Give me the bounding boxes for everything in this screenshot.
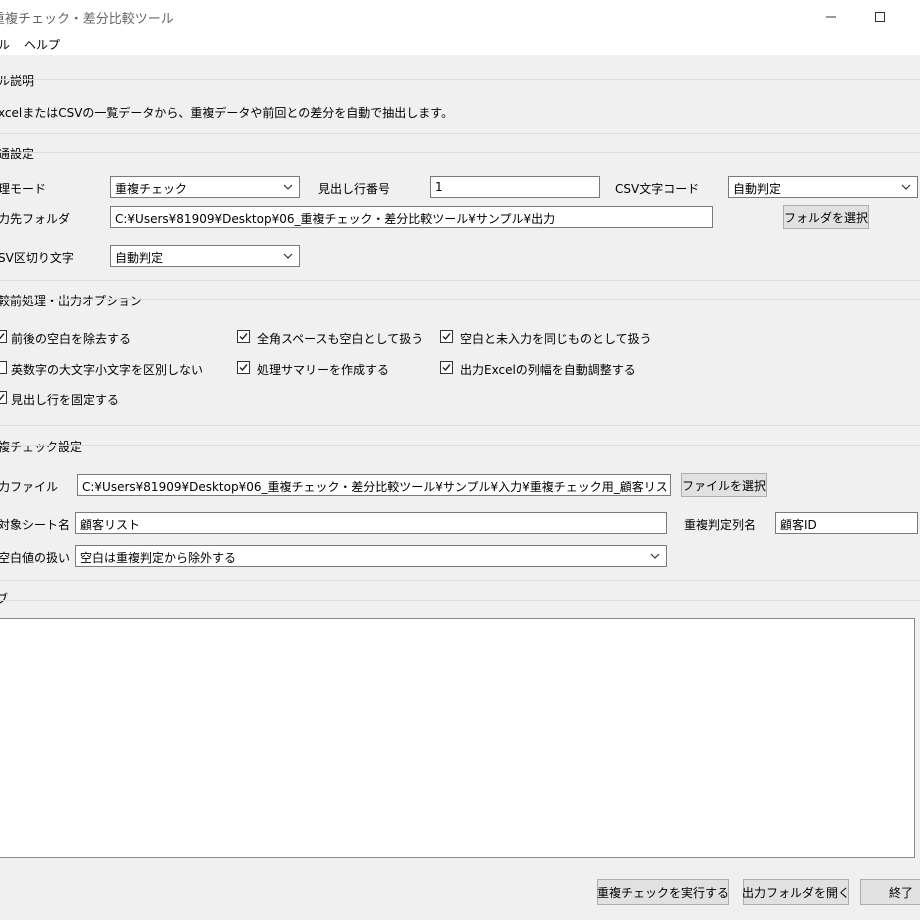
delimiter-label: SV区切り文字 <box>0 251 74 265</box>
check-icon <box>0 394 5 401</box>
check-icon <box>239 333 248 341</box>
checkbox-trim[interactable] <box>0 330 7 343</box>
checkbox-blank-empty[interactable] <box>440 330 453 343</box>
header-row-value: 1 <box>435 180 443 194</box>
log-textarea[interactable] <box>0 618 915 858</box>
encoding-value: 自動判定 <box>733 182 782 196</box>
checkbox-autofit[interactable] <box>440 361 453 374</box>
mode-select[interactable]: 重複チェック <box>110 176 300 198</box>
group-title-options: 較前処理・出力オプション <box>0 294 143 308</box>
blank-handling-label: 空白値の扱い <box>0 551 71 565</box>
group-title-log: ブ <box>0 592 9 606</box>
delimiter-select[interactable]: 自動判定 <box>110 245 300 267</box>
group-divider <box>0 600 920 601</box>
sheet-name-value: 顧客リスト <box>80 518 141 532</box>
group-divider <box>0 152 920 153</box>
key-column-value: 顧客ID <box>780 518 817 532</box>
sheet-name-label: 対象シート名 <box>0 518 71 532</box>
encoding-select[interactable]: 自動判定 <box>728 176 918 198</box>
menu-item-tool[interactable]: ル <box>0 36 10 53</box>
check-icon <box>442 333 451 341</box>
group-title-description: ル説明 <box>0 74 35 88</box>
select-folder-button[interactable]: フォルダを選択 <box>783 205 869 229</box>
checkbox-freeze-header[interactable] <box>0 391 7 404</box>
input-file-field[interactable]: C:¥Users¥81909¥Desktop¥06_重複チェック・差分比較ツール… <box>77 474 671 496</box>
checkbox-label-freeze-header: 見出し行を固定する <box>11 393 120 407</box>
menu-item-help[interactable]: ヘルプ <box>24 36 60 53</box>
check-icon <box>239 364 248 372</box>
open-output-folder-button[interactable]: 出力フォルダを開く <box>742 879 850 905</box>
run-duplicate-check-button[interactable]: 重複チェックを実行する <box>597 879 729 905</box>
mode-value: 重複チェック <box>115 182 188 196</box>
checkbox-label-summary: 処理サマリーを作成する <box>257 363 390 377</box>
check-icon <box>442 364 451 372</box>
input-file-value: C:¥Users¥81909¥Desktop¥06_重複チェック・差分比較ツール… <box>82 480 671 494</box>
group-divider <box>0 299 920 300</box>
mode-label: 理モード <box>0 182 47 196</box>
key-column-input[interactable]: 顧客ID <box>775 512 918 534</box>
checkbox-label-trim: 前後の空白を除去する <box>11 332 132 346</box>
input-file-label: 力ファイル <box>0 480 59 494</box>
group-divider <box>0 425 920 426</box>
key-column-label: 重複判定列名 <box>684 518 757 532</box>
group-divider <box>0 580 920 581</box>
checkbox-fullwidth-space[interactable] <box>237 330 250 343</box>
group-divider <box>0 445 920 446</box>
check-icon <box>0 333 5 340</box>
group-divider <box>0 280 920 281</box>
minimize-button[interactable] <box>808 0 854 33</box>
checkbox-summary[interactable] <box>237 361 250 374</box>
output-folder-input[interactable]: C:¥Users¥81909¥Desktop¥06_重複チェック・差分比較ツール… <box>110 206 713 228</box>
minimize-icon <box>826 16 836 17</box>
exit-button[interactable]: 終了 <box>860 879 920 905</box>
header-row-label: 見出し行番号 <box>318 182 391 196</box>
group-divider <box>0 79 920 80</box>
title-bar: 重複チェック・差分比較ツール <box>0 0 920 33</box>
group-title-common: 通設定 <box>0 147 35 161</box>
checkbox-label-fullwidth-space: 全角スペースも空白として扱う <box>257 332 424 346</box>
chevron-down-icon <box>650 553 660 559</box>
delimiter-value: 自動判定 <box>115 251 164 265</box>
maximize-icon <box>875 11 885 22</box>
sheet-name-input[interactable]: 顧客リスト <box>75 512 667 534</box>
chevron-down-icon <box>283 253 293 259</box>
checkbox-case-insensitive[interactable] <box>0 361 7 374</box>
blank-handling-value: 空白は重複判定から除外する <box>80 551 237 565</box>
chevron-down-icon <box>283 184 293 190</box>
checkbox-label-case-insensitive: 英数字の大文字小文字を区別しない <box>11 363 204 377</box>
checkbox-label-autofit: 出力Excelの列幅を自動調整する <box>460 363 636 377</box>
checkbox-label-blank-empty: 空白と未入力を同じものとして扱う <box>460 332 652 346</box>
group-title-duplicate: 複チェック設定 <box>0 440 83 454</box>
menu-bar: ル ヘルプ <box>0 33 920 55</box>
description-text: xcelまたはCSVの一覧データから、重複データや前回との差分を自動で抽出します… <box>0 106 454 120</box>
blank-handling-select[interactable]: 空白は重複判定から除外する <box>75 545 667 567</box>
output-folder-label: 力先フォルダ <box>0 212 71 226</box>
output-folder-value: C:¥Users¥81909¥Desktop¥06_重複チェック・差分比較ツール… <box>115 212 556 226</box>
group-divider <box>0 133 920 134</box>
chevron-down-icon <box>901 184 911 190</box>
header-row-input[interactable]: 1 <box>430 176 600 198</box>
encoding-label: CSV文字コード <box>615 182 700 196</box>
window-title: 重複チェック・差分比較ツール <box>0 12 174 27</box>
maximize-button[interactable] <box>857 0 903 33</box>
select-file-button[interactable]: ファイルを選択 <box>681 473 767 497</box>
